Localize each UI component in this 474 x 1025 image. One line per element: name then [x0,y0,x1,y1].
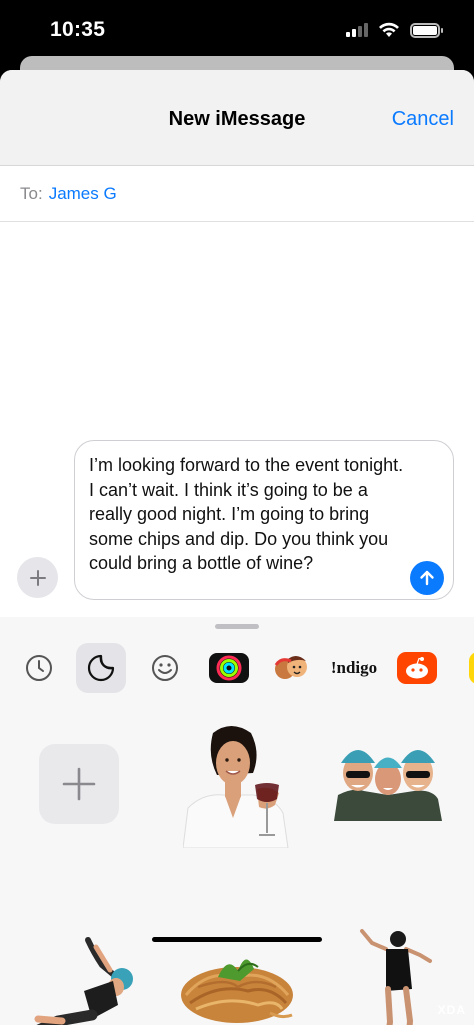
composer: I’m looking forward to the event tonight… [0,440,474,616]
plus-icon [29,569,46,586]
plus-icon [62,767,96,801]
recents-icon[interactable] [14,643,64,693]
message-input[interactable]: I’m looking forward to the event tonight… [74,440,454,600]
cellular-signal-icon [346,23,368,37]
home-indicator [152,937,322,942]
add-attachment-button[interactable] [17,557,58,598]
stickers-icon[interactable] [76,643,126,693]
partial-app-icon[interactable] [456,643,474,693]
cancel-button[interactable]: Cancel [392,108,454,131]
add-sticker-button[interactable] [39,744,119,824]
status-bar: 10:35 [0,0,474,62]
send-button[interactable] [410,561,444,595]
compose-sheet: New iMessage Cancel To: James G I’m look… [0,70,474,1025]
app-strip: !ndigo [0,640,474,696]
status-icons [346,22,443,38]
emoji-icon[interactable] [140,643,190,693]
sticker-three-helmets-selfie[interactable] [334,735,442,826]
sticker-dancing-person[interactable] [356,927,436,1025]
recipient-row[interactable]: To: James G [0,166,474,222]
drawer-grabber[interactable] [215,624,259,629]
reddit-app-icon[interactable] [392,643,442,693]
battery-icon [410,22,443,38]
indigo-app-icon[interactable]: !ndigo [329,643,379,693]
to-label: To: [20,183,43,203]
recipient-chip[interactable]: James G [49,184,117,204]
indigo-label: !ndigo [330,658,378,677]
arrow-up-icon [420,570,434,586]
status-time: 10:35 [50,18,106,41]
fitness-icon[interactable] [204,643,254,693]
wifi-icon [379,22,399,37]
sticker-woman-with-wine[interactable] [182,723,293,853]
nav-bar: New iMessage Cancel [0,70,474,166]
sticker-spaghetti[interactable] [178,947,296,1025]
app-drawer: !ndigo [0,617,474,1025]
memoji-icon[interactable] [266,643,316,693]
watermark: XDA [437,1003,466,1017]
sticker-zipline-person[interactable] [18,935,140,1025]
